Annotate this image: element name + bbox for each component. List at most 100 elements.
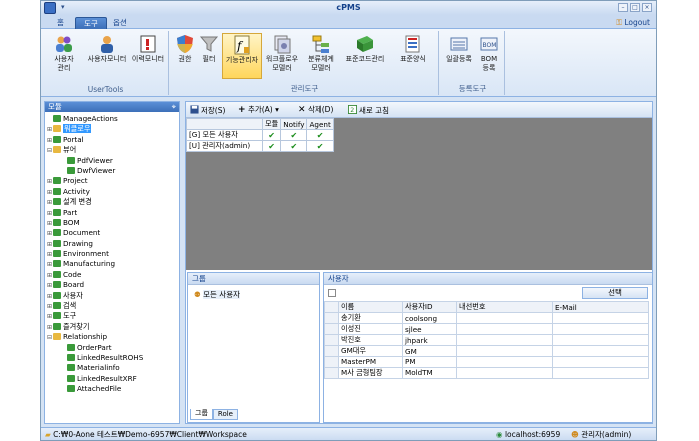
tab-role[interactable]: Role bbox=[212, 409, 238, 420]
cell-extension[interactable] bbox=[456, 366, 553, 379]
save-button[interactable]: 저장(S) bbox=[190, 105, 225, 116]
col-name[interactable]: 이름 bbox=[338, 301, 403, 313]
cell-user-id[interactable]: sjlee bbox=[402, 323, 457, 335]
col-extension[interactable]: 내선번호 bbox=[456, 301, 553, 313]
agent-checkbox[interactable]: ✔ bbox=[306, 129, 334, 141]
col-email[interactable]: E-Mail bbox=[552, 301, 649, 313]
select-button[interactable]: 선택 bbox=[582, 287, 648, 299]
tree-item[interactable]: ⊟ Relationship bbox=[45, 332, 179, 342]
tree-item[interactable]: ⊞ Manufacturing bbox=[45, 259, 179, 269]
tree-item[interactable]: DwfViewer bbox=[45, 166, 179, 176]
cell-name[interactable]: 박진호 bbox=[338, 334, 403, 346]
minimize-icon[interactable]: – bbox=[618, 3, 628, 12]
add-dropdown-icon[interactable]: ▾ bbox=[275, 105, 279, 114]
row-header[interactable] bbox=[324, 323, 339, 335]
table-row[interactable]: [U] 관리자(admin) ✔ ✔ ✔ bbox=[186, 140, 334, 152]
user-monitor-button[interactable]: 사용자모니터 bbox=[85, 33, 129, 79]
tree-item[interactable]: ⊞ BOM bbox=[45, 218, 179, 228]
tree-item[interactable]: LinkedResultROHS bbox=[45, 353, 179, 363]
group-item[interactable]: ⚉ 모든 사용자 bbox=[194, 289, 319, 300]
cell-extension[interactable] bbox=[456, 323, 553, 335]
cell-email[interactable] bbox=[552, 323, 649, 335]
bom-register-button[interactable]: BOM BOM 등록 bbox=[475, 33, 503, 79]
refresh-button[interactable]: 2 새로 고침 bbox=[348, 105, 389, 116]
cell-user-id[interactable]: coolsong bbox=[402, 312, 457, 324]
cell-name[interactable]: GM대우 bbox=[338, 345, 403, 357]
cell-name[interactable]: 송기환 bbox=[338, 312, 403, 324]
cell-email[interactable] bbox=[552, 366, 649, 379]
user-admin-button[interactable]: 사용자 관리 bbox=[45, 33, 83, 79]
workflow-modeler-button[interactable]: 워크플로우 모델러 bbox=[263, 33, 301, 79]
add-button[interactable]: + 추가(A) ▾ bbox=[238, 105, 279, 115]
tree-item[interactable]: ⊞ Board bbox=[45, 280, 179, 290]
tree-item[interactable]: ⊞ 즐겨찾기 bbox=[45, 322, 179, 332]
cell-name[interactable]: M사 금형팀장 bbox=[338, 366, 403, 379]
tree-item[interactable]: ⊞ Project bbox=[45, 176, 179, 186]
standard-code-button[interactable]: 표준코드관리 bbox=[338, 33, 392, 79]
classification-modeler-button[interactable]: 분류체계 모델러 bbox=[304, 33, 338, 79]
standard-form-button[interactable]: 표준양식 bbox=[393, 33, 433, 79]
col-user-id[interactable]: 사용자ID bbox=[402, 301, 457, 313]
cell-extension[interactable] bbox=[456, 334, 553, 346]
tree-item[interactable]: ⊞ Activity bbox=[45, 187, 179, 197]
tree-item[interactable]: ⊞ 워클로우 bbox=[45, 124, 179, 134]
row-header[interactable] bbox=[324, 356, 339, 368]
cell-user-id[interactable]: jhpark bbox=[402, 334, 457, 346]
tree-item[interactable]: ⊞ Code bbox=[45, 270, 179, 280]
tree-item[interactable]: ⊞ Document bbox=[45, 228, 179, 238]
table-row[interactable]: GM대우 GM bbox=[324, 345, 649, 357]
tree-item[interactable]: ⊞ Portal bbox=[45, 135, 179, 145]
tree-item[interactable]: ⊟ 뷰어 bbox=[45, 145, 179, 155]
tree-item[interactable]: ⊞ 검색 bbox=[45, 301, 179, 311]
cell-user-id[interactable]: MoldTM bbox=[402, 366, 457, 379]
cell-extension[interactable] bbox=[456, 345, 553, 357]
tree-item[interactable]: ⊞ 도구 bbox=[45, 311, 179, 321]
logout-button[interactable]: ⚿ Logout bbox=[616, 18, 650, 28]
table-row[interactable]: MasterPM PM bbox=[324, 356, 649, 368]
cell-user-id[interactable]: PM bbox=[402, 356, 457, 368]
permission-button[interactable]: 권한 bbox=[173, 33, 197, 79]
notify-checkbox[interactable]: ✔ bbox=[280, 140, 308, 152]
table-row[interactable]: [G] 모든 사용자 ✔ ✔ ✔ bbox=[186, 129, 334, 141]
history-monitor-button[interactable]: 이력모니터 bbox=[129, 33, 167, 79]
cell-user-id[interactable]: GM bbox=[402, 345, 457, 357]
tab-group[interactable]: 그룹 bbox=[190, 409, 213, 420]
col-agent[interactable]: Agent bbox=[306, 118, 334, 130]
table-row[interactable]: 송기환 coolsong bbox=[324, 312, 649, 324]
table-row[interactable]: M사 금형팀장 MoldTM bbox=[324, 366, 649, 379]
tree-item[interactable]: AttachedFile bbox=[45, 384, 179, 394]
col-notify[interactable]: Notify bbox=[280, 118, 308, 130]
row-header[interactable] bbox=[324, 312, 339, 324]
tree-item[interactable]: LinkedResultXRF bbox=[45, 374, 179, 384]
row-header[interactable] bbox=[324, 345, 339, 357]
tree-item[interactable]: ManageActions bbox=[45, 114, 179, 124]
tree-item[interactable]: Materialinfo bbox=[45, 363, 179, 373]
table-row[interactable]: 박진호 jhpark bbox=[324, 334, 649, 346]
row-header[interactable] bbox=[324, 366, 339, 379]
filter-button[interactable]: 필터 bbox=[197, 33, 221, 79]
cell-email[interactable] bbox=[552, 334, 649, 346]
cell-name[interactable]: 이성진 bbox=[338, 323, 403, 335]
tree-item[interactable]: ⊞ 사용자 bbox=[45, 291, 179, 301]
col-module[interactable]: 모듈 bbox=[261, 118, 282, 130]
maximize-icon[interactable]: □ bbox=[630, 3, 640, 12]
agent-checkbox[interactable]: ✔ bbox=[306, 140, 334, 152]
tree-item[interactable]: PdfViewer bbox=[45, 156, 179, 166]
cell-email[interactable] bbox=[552, 312, 649, 324]
table-row[interactable]: 이성진 sjlee bbox=[324, 323, 649, 335]
tree-item[interactable]: ⊞ Part bbox=[45, 208, 179, 218]
module-checkbox[interactable]: ✔ bbox=[261, 129, 282, 141]
select-all-checkbox[interactable] bbox=[328, 289, 336, 297]
cell-extension[interactable] bbox=[456, 356, 553, 368]
close-icon[interactable]: × bbox=[642, 3, 652, 12]
tree-item[interactable]: OrderPart bbox=[45, 343, 179, 353]
bulk-register-button[interactable]: 일괄등록 bbox=[443, 33, 475, 79]
module-checkbox[interactable]: ✔ bbox=[261, 140, 282, 152]
function-manager-button[interactable]: f 기능관리자 bbox=[222, 33, 262, 79]
tree-item[interactable]: ⊞ 설계 변경 bbox=[45, 197, 179, 207]
tab-home[interactable]: 홈 bbox=[49, 17, 72, 29]
tab-tools[interactable]: 도구 bbox=[75, 17, 107, 29]
notify-checkbox[interactable]: ✔ bbox=[280, 129, 308, 141]
pin-icon[interactable]: ⌖ bbox=[172, 102, 176, 112]
cell-name[interactable]: MasterPM bbox=[338, 356, 403, 368]
